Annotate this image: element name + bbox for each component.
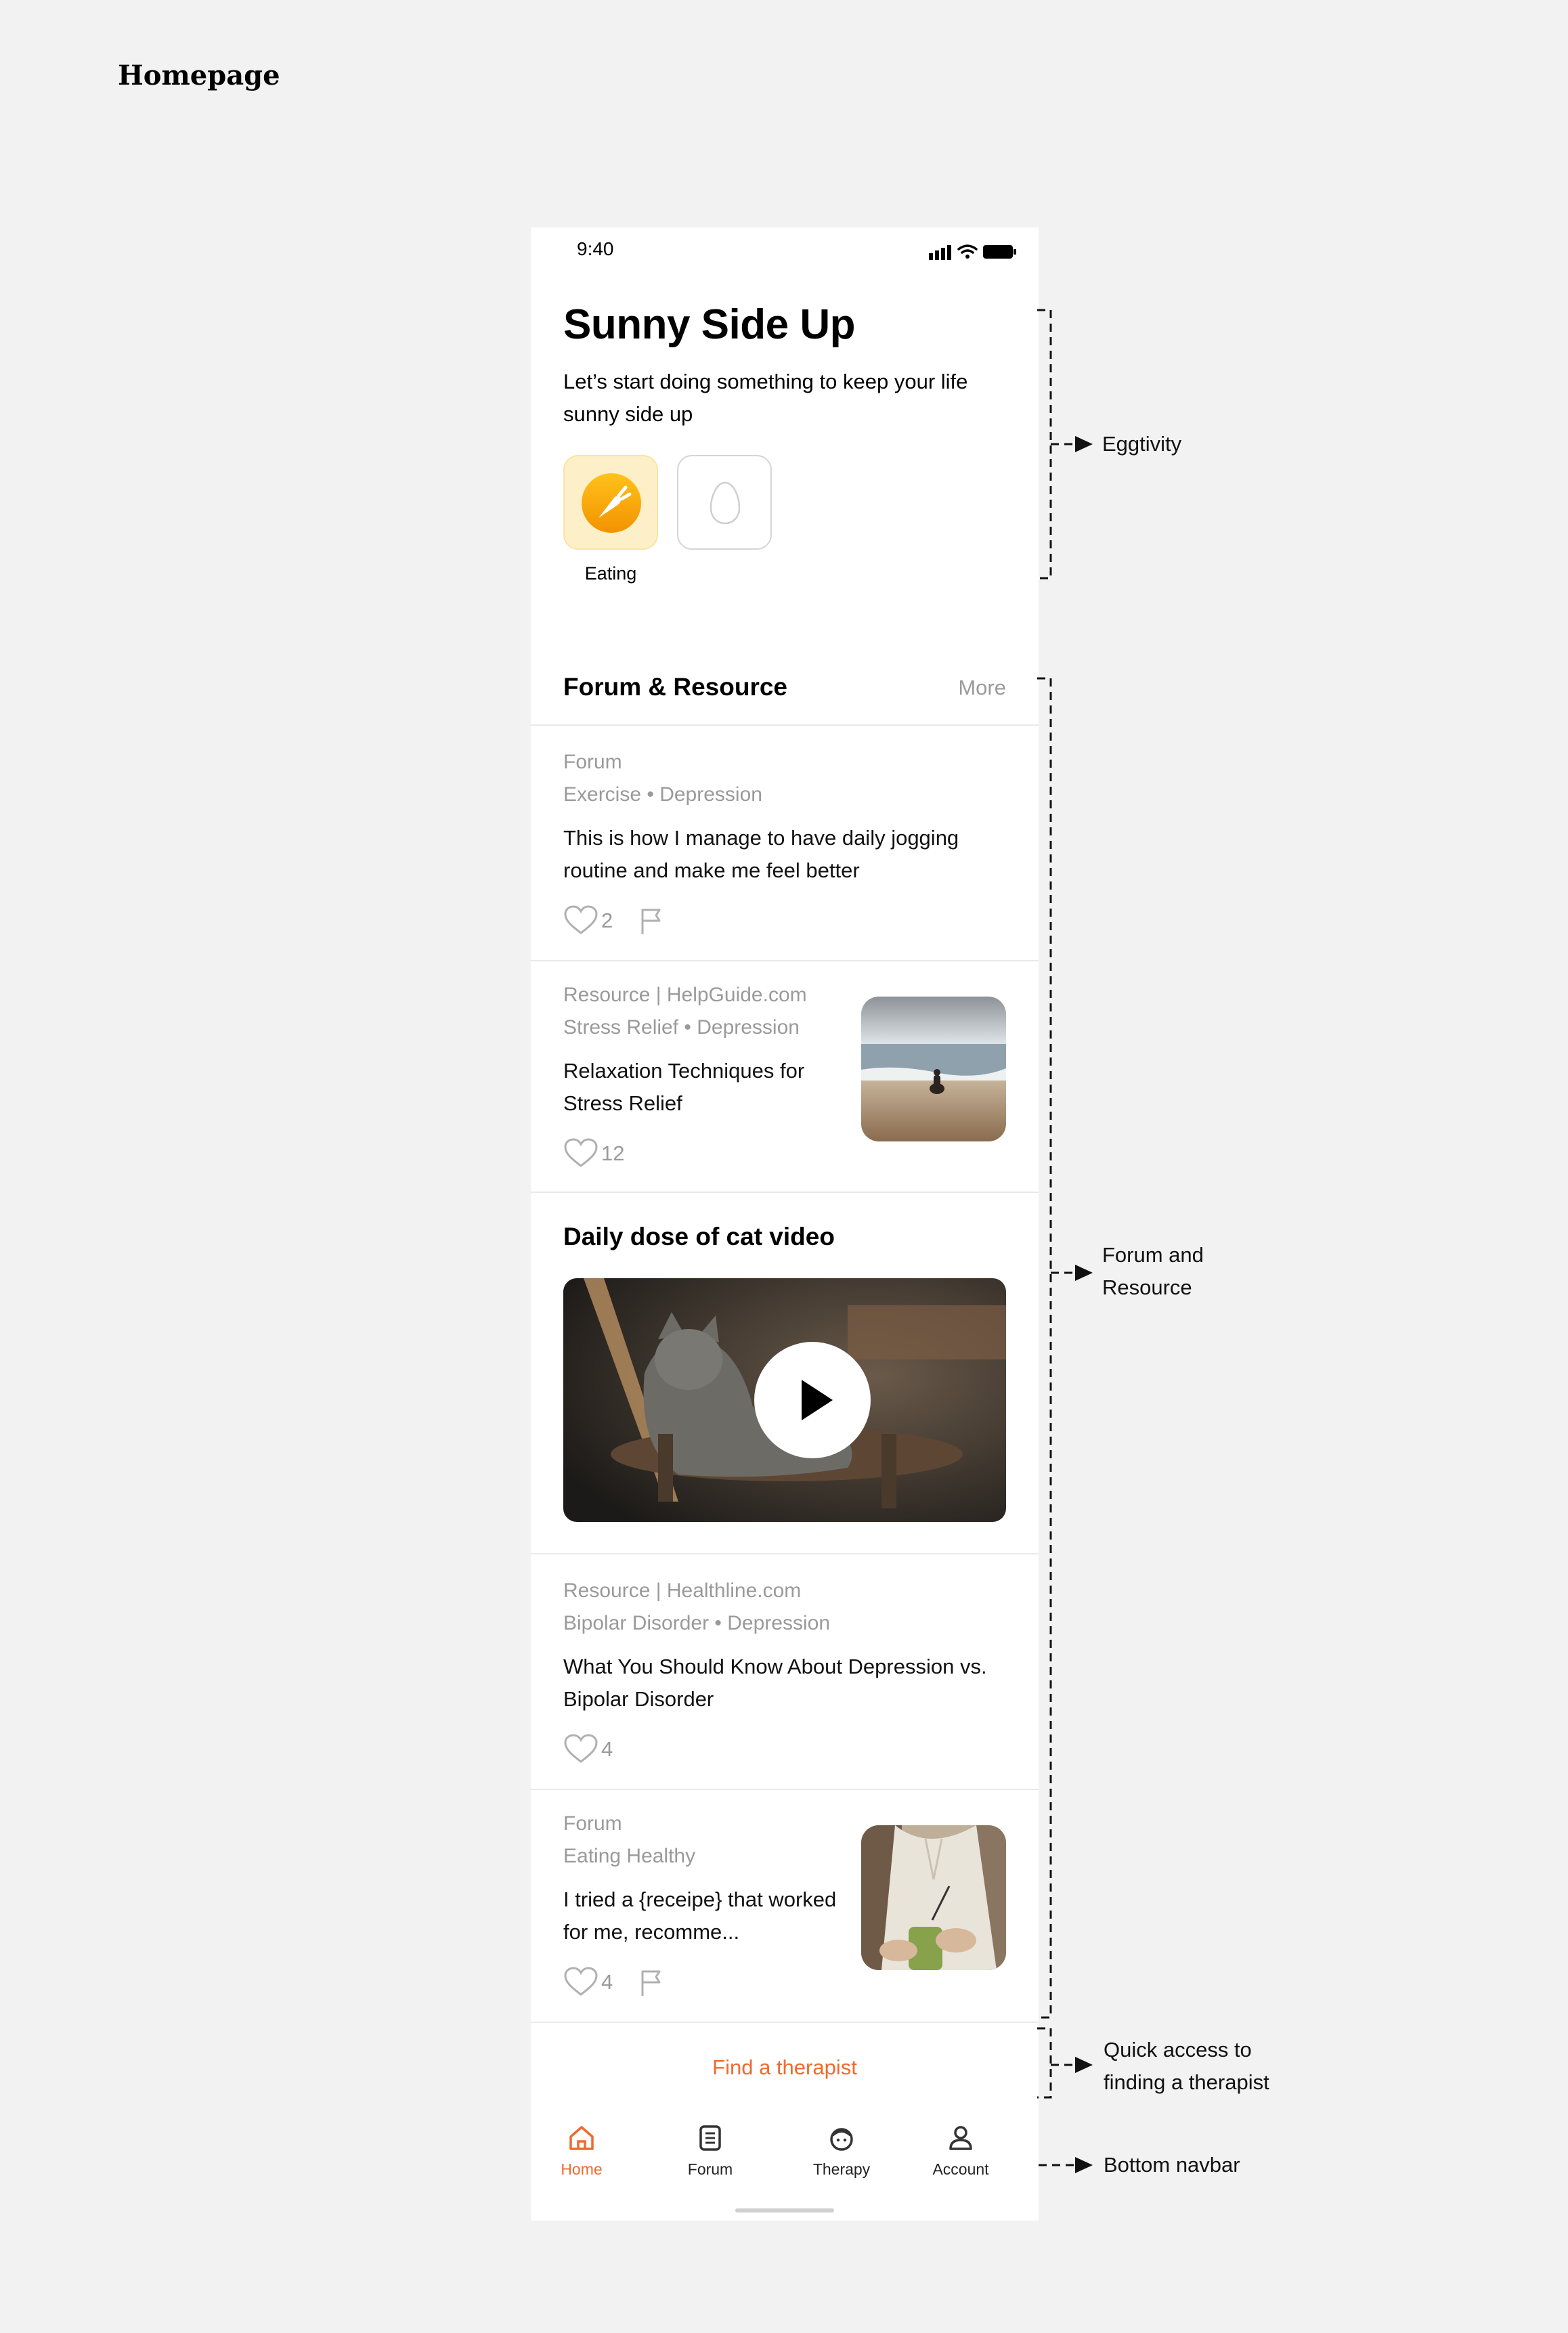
nav-label: Forum	[687, 2160, 733, 2178]
like-count: 12	[601, 1141, 625, 1165]
post-title: This is how I manage to have daily joggi…	[563, 826, 959, 882]
video-title: Daily dose of cat video	[563, 1223, 835, 1250]
find-therapist-link[interactable]: Find a therapist	[531, 2055, 1039, 2080]
divider	[531, 2022, 1039, 2023]
wifi-icon	[957, 244, 978, 254]
post-tags: Bipolar Disorder • Depression	[563, 1612, 830, 1634]
post-tags: Eating Healthy	[563, 1845, 696, 1867]
signal-icon	[929, 245, 951, 260]
phone-screen: 9:40 Sunny Side Up Let’s start doing som…	[531, 227, 1039, 2221]
eggtivity-add-tile[interactable]	[677, 455, 772, 550]
flag-icon[interactable]	[639, 1969, 666, 1997]
nav-label: Home	[561, 2160, 603, 2178]
like-count: 4	[601, 1737, 613, 1761]
eggtivity-eating-tile[interactable]	[563, 455, 658, 550]
egg-outline-icon	[710, 481, 741, 525]
section-title: Forum & Resource	[563, 673, 788, 701]
eggtivity-label: Eating	[584, 563, 637, 584]
home-icon	[569, 2126, 594, 2150]
more-link[interactable]: More	[958, 676, 1006, 700]
annotation-brackets	[1037, 309, 1093, 2099]
home-indicator	[735, 2208, 834, 2212]
post-tags: Stress Relief • Depression	[563, 1016, 800, 1039]
nav-home[interactable]: Home	[531, 2123, 632, 2179]
status-icons	[929, 244, 1016, 260]
annotation-forum-line2: Resource	[1102, 1275, 1192, 1299]
heart-icon[interactable]	[563, 1137, 598, 1169]
heart-icon[interactable]	[563, 1966, 598, 1997]
app-subtitle: Let’s start doing something to keep your…	[563, 370, 968, 426]
battery-icon	[983, 245, 1016, 259]
post-title: Relaxation Techniques for Stress Relief	[563, 1059, 805, 1115]
post-title: What You Should Know About Depression vs…	[563, 1655, 987, 1711]
annotation-navbar: Bottom navbar	[1104, 2153, 1240, 2177]
post-source: Resource | Healthline.com	[563, 1579, 802, 1602]
nav-label: Therapy	[812, 2160, 871, 2178]
post-tags: Exercise • Depression	[563, 783, 762, 806]
nav-therapy[interactable]: Therapy	[791, 2123, 892, 2179]
nav-forum[interactable]: Forum	[659, 2123, 761, 2179]
divider	[531, 1553, 1039, 1554]
heart-icon[interactable]	[563, 1733, 598, 1764]
heart-icon[interactable]	[563, 904, 598, 936]
annotation-therapist-line1: Quick access to	[1104, 2038, 1252, 2062]
annotation-therapist-line2: finding a therapist	[1104, 2070, 1269, 2094]
divider	[531, 1192, 1039, 1193]
annotation-eggtivity: Eggtivity	[1102, 432, 1182, 456]
divider	[531, 1789, 1039, 1790]
drink-image	[861, 1825, 1006, 1970]
cat-video[interactable]	[563, 1278, 1006, 1522]
page-title: Homepage	[118, 60, 280, 91]
flag-icon[interactable]	[639, 907, 666, 936]
play-button[interactable]	[754, 1342, 871, 1458]
post-source: Forum	[563, 1812, 622, 1835]
navbar-arrow	[1039, 2157, 1093, 2173]
carrot-icon	[582, 473, 641, 533]
status-time: 9:40	[577, 238, 614, 259]
like-count: 4	[601, 1970, 613, 1994]
annotation-forum-line1: Forum and	[1102, 1243, 1204, 1267]
post-source: Resource | HelpGuide.com	[563, 984, 807, 1006]
post-source: Forum	[563, 751, 622, 773]
beach-image	[861, 997, 1006, 1141]
nav-label: Account	[932, 2160, 989, 2178]
post-title: I tried a {receipe} that worked for me, …	[563, 1888, 837, 1944]
like-count: 2	[601, 909, 613, 932]
user-icon	[949, 2126, 972, 2150]
document-icon	[699, 2125, 721, 2151]
play-icon	[802, 1380, 833, 1420]
nav-account[interactable]: Account	[910, 2123, 1011, 2179]
therapy-icon	[830, 2128, 853, 2151]
app-title: Sunny Side Up	[563, 301, 855, 348]
divider	[531, 960, 1039, 961]
